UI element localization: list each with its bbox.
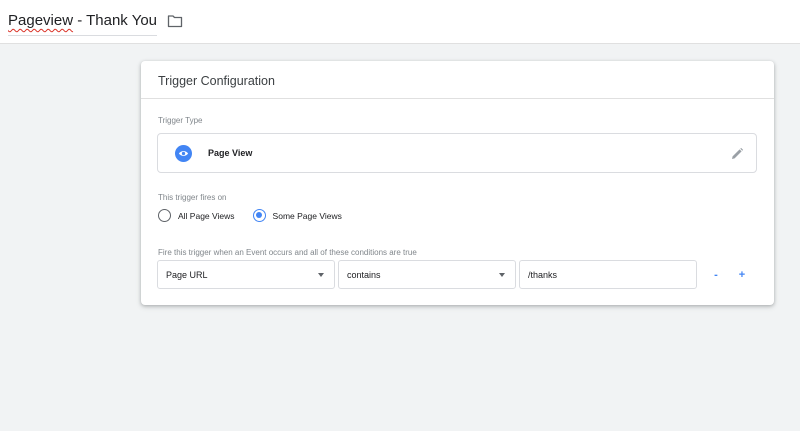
title-rest: - Thank You [73, 12, 158, 29]
radio-label: All Page Views [178, 210, 235, 221]
condition-value-text: /thanks [528, 269, 558, 280]
remove-condition-button[interactable]: - [709, 269, 723, 281]
pencil-icon[interactable] [730, 147, 744, 161]
folder-icon[interactable] [167, 14, 183, 28]
variable-select-value: Page URL [166, 269, 208, 280]
radio-button[interactable] [158, 209, 171, 222]
radio-some-page-views[interactable]: Some Page Views [252, 209, 342, 222]
radio-label: Some Page Views [272, 210, 342, 221]
trigger-type-name: Page View [208, 148, 253, 158]
condition-row: Page URL contains /thanks - + [157, 260, 749, 289]
fires-on-radio-group: All Page Views Some Page Views [158, 209, 342, 222]
fires-on-label: This trigger fires on [158, 193, 227, 202]
eye-icon [175, 144, 192, 162]
condition-label: Fire this trigger when an Event occurs a… [158, 248, 417, 257]
radio-all-page-views[interactable]: All Page Views [158, 209, 235, 222]
chevron-down-icon [499, 273, 505, 277]
trigger-type-selector[interactable]: Page View [157, 133, 757, 173]
trigger-type-label: Trigger Type [158, 116, 203, 125]
trigger-configuration-card: Trigger Configuration Trigger Type Page … [141, 61, 774, 305]
trigger-title-area: Pageview - Thank You [8, 12, 183, 36]
chevron-down-icon [318, 273, 324, 277]
trigger-name-input[interactable]: Pageview - Thank You [8, 12, 158, 36]
title-word-misspelled: Pageview [8, 12, 74, 29]
top-bar: Pageview - Thank You [0, 0, 800, 44]
radio-button-selected[interactable] [252, 209, 266, 222]
condition-value-input[interactable]: /thanks [519, 260, 697, 289]
variable-select[interactable]: Page URL [157, 260, 335, 289]
card-title: Trigger Configuration [141, 61, 774, 99]
operator-select[interactable]: contains [338, 260, 516, 289]
operator-select-value: contains [347, 269, 381, 280]
add-condition-button[interactable]: + [735, 269, 749, 281]
